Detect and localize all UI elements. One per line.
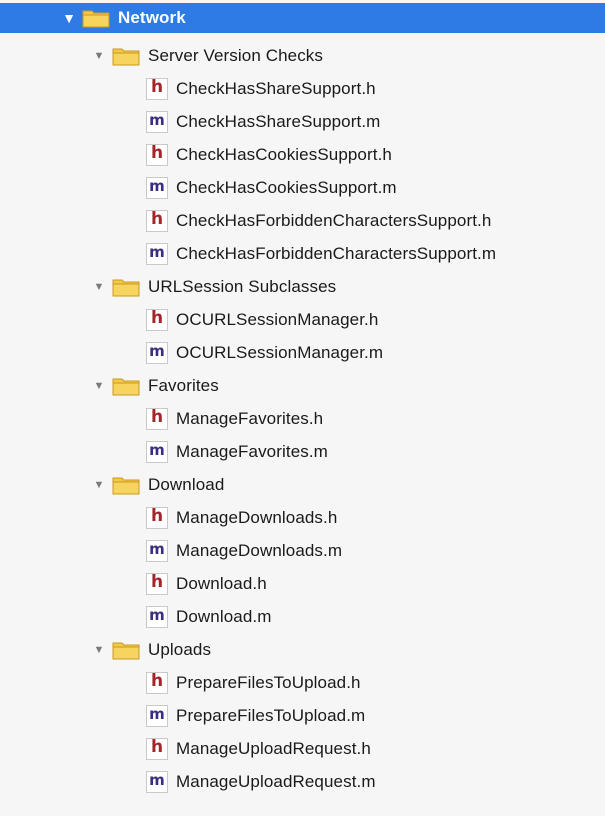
tree-item-network[interactable]: ▼ Network [0, 3, 605, 33]
file-label: CheckHasForbiddenCharactersSupport.m [176, 243, 497, 263]
folder-icon [112, 46, 140, 66]
file-label: OCURLSessionManager.m [176, 342, 384, 362]
tree-item-file[interactable]: m PrepareFilesToUpload.m [0, 699, 605, 732]
tree-item-file[interactable]: m CheckHasShareSupport.m [0, 105, 605, 138]
file-label: ManageFavorites.m [176, 441, 328, 461]
tree-item-file[interactable]: h ManageDownloads.h [0, 501, 605, 534]
disclosure-triangle-icon[interactable]: ▼ [92, 49, 106, 63]
disclosure-triangle-icon[interactable]: ▼ [92, 478, 106, 492]
implementation-file-icon: m [146, 341, 168, 364]
header-file-icon: h [146, 737, 168, 760]
folder-icon [82, 8, 110, 28]
group-label: URLSession Subclasses [148, 276, 337, 296]
tree-item-file[interactable]: m OCURLSessionManager.m [0, 336, 605, 369]
folder-icon [112, 277, 140, 297]
tree-item-group[interactable]: ▼ Server Version Checks [0, 39, 605, 72]
disclosure-triangle-icon[interactable]: ▼ [92, 379, 106, 393]
implementation-file-icon: m [146, 770, 168, 793]
tree-item-file[interactable]: h Download.h [0, 567, 605, 600]
disclosure-triangle-icon[interactable]: ▼ [62, 10, 76, 26]
project-navigator-tree: ▼ Network ▼ Server Version Checks h CheckHasS… [0, 0, 605, 816]
folder-icon [112, 376, 140, 396]
header-file-icon: h [146, 671, 168, 694]
tree-item-file[interactable]: h OCURLSessionManager.h [0, 303, 605, 336]
tree-item-file[interactable]: m ManageUploadRequest.m [0, 765, 605, 798]
header-file-icon: h [146, 209, 168, 232]
implementation-file-icon: m [146, 176, 168, 199]
file-label: CheckHasShareSupport.h [176, 78, 376, 98]
header-file-icon: h [146, 77, 168, 100]
file-label: CheckHasForbiddenCharactersSupport.h [176, 210, 492, 230]
tree-item-file[interactable]: h ManageUploadRequest.h [0, 732, 605, 765]
tree-item-file[interactable]: m Download.m [0, 600, 605, 633]
tree-item-group[interactable]: ▼ Download [0, 468, 605, 501]
file-label: ManageUploadRequest.m [176, 771, 376, 791]
tree-item-file[interactable]: h CheckHasCookiesSupport.h [0, 138, 605, 171]
implementation-file-icon: m [146, 605, 168, 628]
header-file-icon: h [146, 407, 168, 430]
file-label: Download.m [176, 606, 272, 626]
tree-item-file[interactable]: m CheckHasCookiesSupport.m [0, 171, 605, 204]
tree-item-file[interactable]: m ManageFavorites.m [0, 435, 605, 468]
implementation-file-icon: m [146, 110, 168, 133]
file-label: CheckHasCookiesSupport.h [176, 144, 392, 164]
tree-item-file[interactable]: h PrepareFilesToUpload.h [0, 666, 605, 699]
file-label: ManageDownloads.h [176, 507, 338, 527]
tree-item-group[interactable]: ▼ Favorites [0, 369, 605, 402]
tree-item-file[interactable]: m ManageDownloads.m [0, 534, 605, 567]
header-file-icon: h [146, 308, 168, 331]
file-label: ManageFavorites.h [176, 408, 324, 428]
header-file-icon: h [146, 506, 168, 529]
group-label: Uploads [148, 639, 212, 659]
group-label: Download [148, 474, 225, 494]
file-label: ManageDownloads.m [176, 540, 343, 560]
implementation-file-icon: m [146, 242, 168, 265]
file-label: PrepareFilesToUpload.m [176, 705, 366, 725]
file-label: ManageUploadRequest.h [176, 738, 371, 758]
tree-item-file[interactable]: h ManageFavorites.h [0, 402, 605, 435]
tree-item-file[interactable]: h CheckHasForbiddenCharactersSupport.h [0, 204, 605, 237]
tree-item-file[interactable]: m CheckHasForbiddenCharactersSupport.m [0, 237, 605, 270]
folder-icon [112, 475, 140, 495]
disclosure-triangle-icon[interactable]: ▼ [92, 643, 106, 657]
implementation-file-icon: m [146, 539, 168, 562]
file-label: PrepareFilesToUpload.h [176, 672, 361, 692]
disclosure-triangle-icon[interactable]: ▼ [92, 280, 106, 294]
implementation-file-icon: m [146, 440, 168, 463]
folder-icon [112, 640, 140, 660]
group-label: Favorites [148, 375, 219, 395]
header-file-icon: h [146, 143, 168, 166]
tree-item-group[interactable]: ▼ URLSession Subclasses [0, 270, 605, 303]
file-label: Download.h [176, 573, 267, 593]
file-label: CheckHasCookiesSupport.m [176, 177, 397, 197]
tree-item-group[interactable]: ▼ Uploads [0, 633, 605, 666]
group-label: Network [118, 8, 186, 27]
header-file-icon: h [146, 572, 168, 595]
group-label: Server Version Checks [148, 45, 324, 65]
tree-item-file[interactable]: h CheckHasShareSupport.h [0, 72, 605, 105]
implementation-file-icon: m [146, 704, 168, 727]
file-label: OCURLSessionManager.h [176, 309, 379, 329]
file-label: CheckHasShareSupport.m [176, 111, 381, 131]
